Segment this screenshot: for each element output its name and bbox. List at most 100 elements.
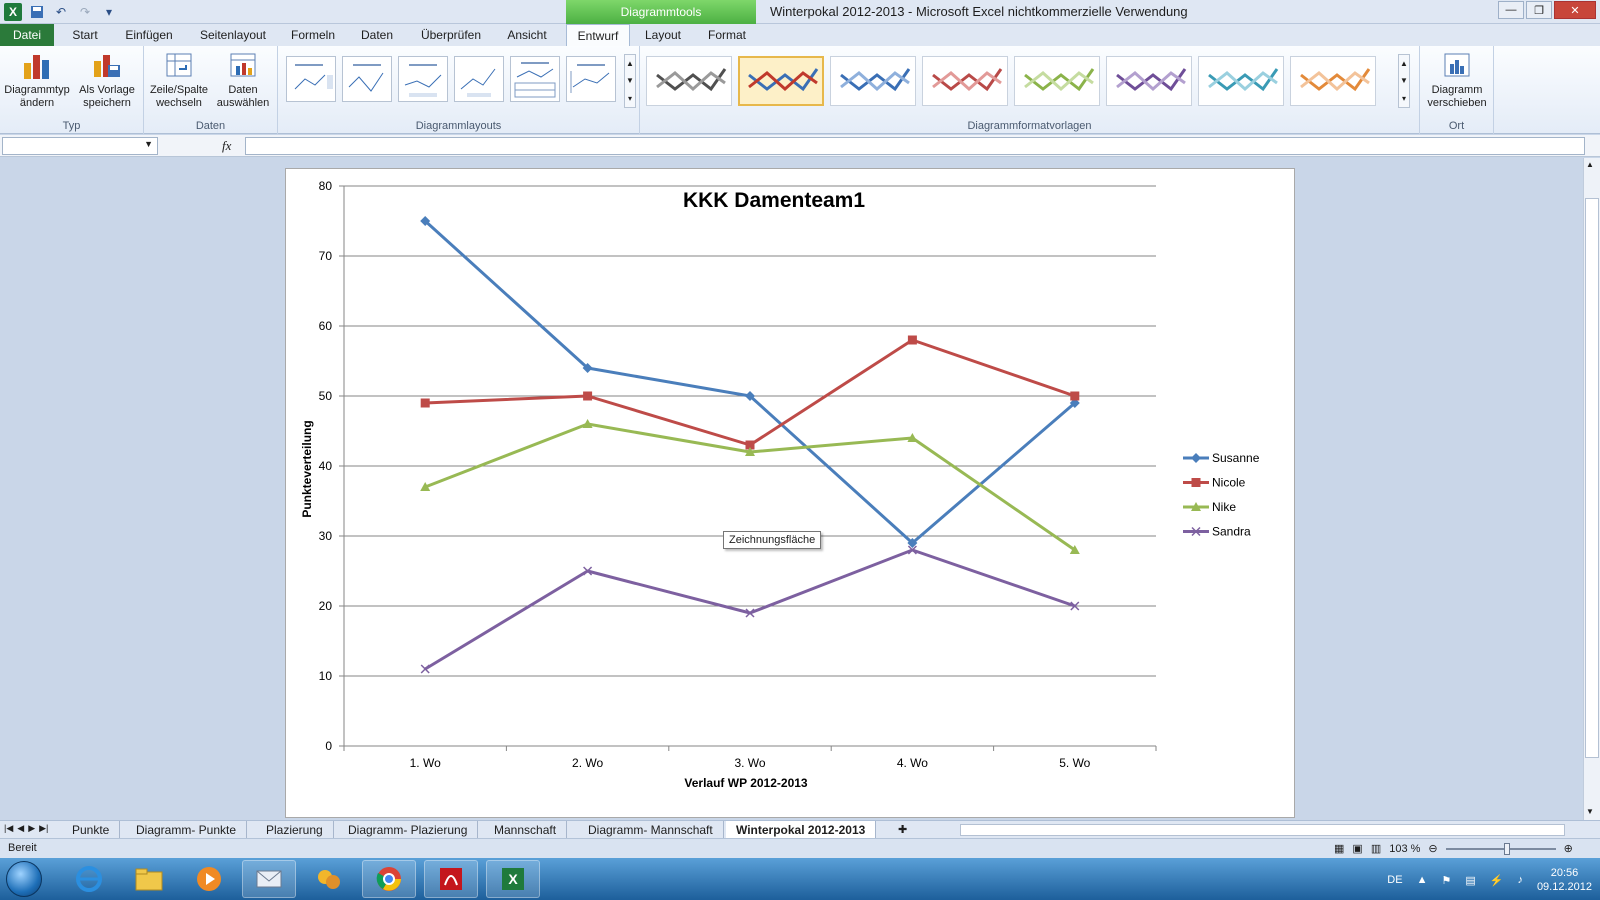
volume-icon[interactable]: ♪ xyxy=(1517,874,1523,886)
zoom-slider[interactable] xyxy=(1445,842,1556,855)
chart-style-purple[interactable] xyxy=(1106,56,1192,106)
clock[interactable]: 20:56 09.12.2012 xyxy=(1537,866,1592,894)
gallery-more-icon[interactable]: ▾ xyxy=(1402,94,1406,103)
data-point-nicole[interactable] xyxy=(907,335,917,345)
move-chart-button[interactable]: Diagramm verschieben xyxy=(1424,50,1490,116)
scroll-up-icon[interactable]: ▲ xyxy=(1400,59,1408,68)
acrobat-icon[interactable] xyxy=(424,860,478,898)
chart-style-green[interactable] xyxy=(1014,56,1100,106)
tab-page-layout[interactable]: Seitenlayout xyxy=(192,24,274,46)
legend-marker-susanne[interactable] xyxy=(1191,453,1201,463)
chart-style-orange[interactable] xyxy=(1290,56,1376,106)
tab-view[interactable]: Ansicht xyxy=(496,24,558,46)
outlook-icon[interactable] xyxy=(242,860,296,898)
chevron-down-icon[interactable]: ▼ xyxy=(144,139,153,149)
chart-style-teal[interactable] xyxy=(1198,56,1284,106)
switch-row-column-button[interactable]: Zeile/Spalte wechseln xyxy=(146,50,212,116)
select-data-button[interactable]: Daten auswählen xyxy=(210,50,276,116)
start-button[interactable] xyxy=(6,861,42,897)
network-icon[interactable]: ▤ xyxy=(1465,874,1475,887)
show-hidden-icons-icon[interactable]: ▲ xyxy=(1417,874,1428,886)
zoom-in-icon[interactable]: ⊕ xyxy=(1564,842,1573,855)
next-sheet-icon[interactable]: ▶ xyxy=(28,823,35,834)
language-indicator[interactable]: DE xyxy=(1387,874,1402,886)
scroll-up-icon[interactable]: ▲ xyxy=(1586,160,1594,169)
tab-data[interactable]: Daten xyxy=(350,24,404,46)
page-break-view-icon[interactable]: ▥ xyxy=(1371,842,1381,855)
scroll-down-icon[interactable]: ▼ xyxy=(626,76,634,85)
y-axis-title[interactable]: Punkteverteilung xyxy=(300,420,314,517)
excel-logo-icon[interactable]: X xyxy=(4,3,22,21)
legend[interactable]: Susanne Nicole Nike Sandra xyxy=(1183,451,1260,539)
tab-formulas[interactable]: Formeln xyxy=(284,24,342,46)
styles-gallery-scroll[interactable]: ▲ ▼ ▾ xyxy=(1398,54,1410,108)
chart-layout-4[interactable] xyxy=(454,56,504,102)
chart-style-red[interactable] xyxy=(922,56,1008,106)
power-icon[interactable]: ⚡ xyxy=(1490,874,1504,887)
internet-explorer-icon[interactable] xyxy=(62,860,116,898)
chart-layout-3[interactable] xyxy=(398,56,448,102)
gallery-more-icon[interactable]: ▾ xyxy=(628,94,632,103)
horizontal-scrollbar[interactable] xyxy=(960,824,1565,836)
sheet-tab-diagramm-plazierung[interactable]: Diagramm- Plazierung xyxy=(338,821,479,839)
action-center-flag-icon[interactable]: ⚑ xyxy=(1441,874,1451,887)
data-point-nicole[interactable] xyxy=(1070,391,1080,401)
name-box[interactable]: ▼ xyxy=(2,137,158,155)
legend-marker-nicole[interactable] xyxy=(1191,478,1201,487)
series-line-susanne[interactable] xyxy=(424,219,1076,545)
vertical-scrollbar[interactable]: ▲ ▼ xyxy=(1583,158,1600,820)
normal-view-icon[interactable]: ▦ xyxy=(1334,842,1344,855)
save-icon[interactable] xyxy=(28,3,46,21)
save-as-template-button[interactable]: Als Vorlage speichern xyxy=(74,50,140,116)
first-sheet-icon[interactable]: |◀ xyxy=(4,823,13,834)
last-sheet-icon[interactable]: ▶| xyxy=(39,823,48,834)
chart-area[interactable]: 0 10 20 30 40 50 60 70 80 1. Wo 2. Wo 3. Wo 4. Wo 5. … xyxy=(285,168,1295,818)
games-icon[interactable] xyxy=(302,860,356,898)
zoom-slider-knob[interactable] xyxy=(1503,842,1510,855)
x-axis-title[interactable]: Verlauf WP 2012-2013 xyxy=(684,776,808,790)
formula-input[interactable] xyxy=(245,137,1585,155)
sheet-tab-diagramm-punkte[interactable]: Diagramm- Punkte xyxy=(126,821,248,839)
layouts-gallery-scroll[interactable]: ▲ ▼ ▾ xyxy=(624,54,636,108)
chart-style-multicolor[interactable] xyxy=(738,56,824,106)
chart-layout-5[interactable] xyxy=(510,56,560,102)
undo-icon[interactable]: ↶ xyxy=(52,3,70,21)
sheet-tab-winterpokal[interactable]: Winterpokal 2012-2013 xyxy=(726,821,877,839)
sheet-tab-punkte[interactable]: Punkte xyxy=(62,821,121,839)
tab-design[interactable]: Entwurf xyxy=(566,24,630,46)
chart-layout-6[interactable] xyxy=(566,56,616,102)
page-layout-view-icon[interactable]: ▣ xyxy=(1352,842,1362,855)
tab-file[interactable]: Datei xyxy=(0,24,54,46)
customize-qat-icon[interactable]: ▾ xyxy=(100,3,118,21)
chart-style-gray[interactable] xyxy=(646,56,732,106)
tab-layout[interactable]: Layout xyxy=(636,24,690,46)
sheet-tab-mannschaft[interactable]: Mannschaft xyxy=(484,821,568,839)
chart-title[interactable]: KKK Damenteam1 xyxy=(683,189,865,212)
chart-layout-1[interactable] xyxy=(286,56,336,102)
scroll-down-icon[interactable]: ▼ xyxy=(1400,76,1408,85)
zoom-level[interactable]: 103 % xyxy=(1389,843,1420,855)
tab-review[interactable]: Überprüfen xyxy=(414,24,488,46)
scroll-up-icon[interactable]: ▲ xyxy=(626,59,634,68)
change-chart-type-button[interactable]: Diagrammtyp ändern xyxy=(4,50,70,116)
prev-sheet-icon[interactable]: ◀ xyxy=(17,823,24,834)
insert-sheet-icon[interactable]: ✚ xyxy=(898,823,907,836)
scroll-down-icon[interactable]: ▼ xyxy=(1586,807,1594,816)
close-button[interactable]: ✕ xyxy=(1554,1,1596,19)
file-explorer-icon[interactable] xyxy=(122,860,176,898)
tab-format[interactable]: Format xyxy=(698,24,756,46)
redo-icon[interactable]: ↷ xyxy=(76,3,94,21)
restore-button[interactable]: ❐ xyxy=(1526,1,1552,19)
series-line-sandra[interactable] xyxy=(424,548,1076,671)
chrome-icon[interactable] xyxy=(362,860,416,898)
chart-style-blue[interactable] xyxy=(830,56,916,106)
data-point-nicole[interactable] xyxy=(420,398,430,408)
data-point-nicole[interactable] xyxy=(583,391,593,401)
sheet-tab-plazierung[interactable]: Plazierung xyxy=(256,821,334,839)
excel-taskbar-icon[interactable]: X xyxy=(486,860,540,898)
scroll-thumb[interactable] xyxy=(1585,198,1599,758)
insert-function-icon[interactable]: fx xyxy=(222,138,231,154)
tab-insert[interactable]: Einfügen xyxy=(116,24,182,46)
tab-start[interactable]: Start xyxy=(62,24,108,46)
media-player-icon[interactable] xyxy=(182,860,236,898)
